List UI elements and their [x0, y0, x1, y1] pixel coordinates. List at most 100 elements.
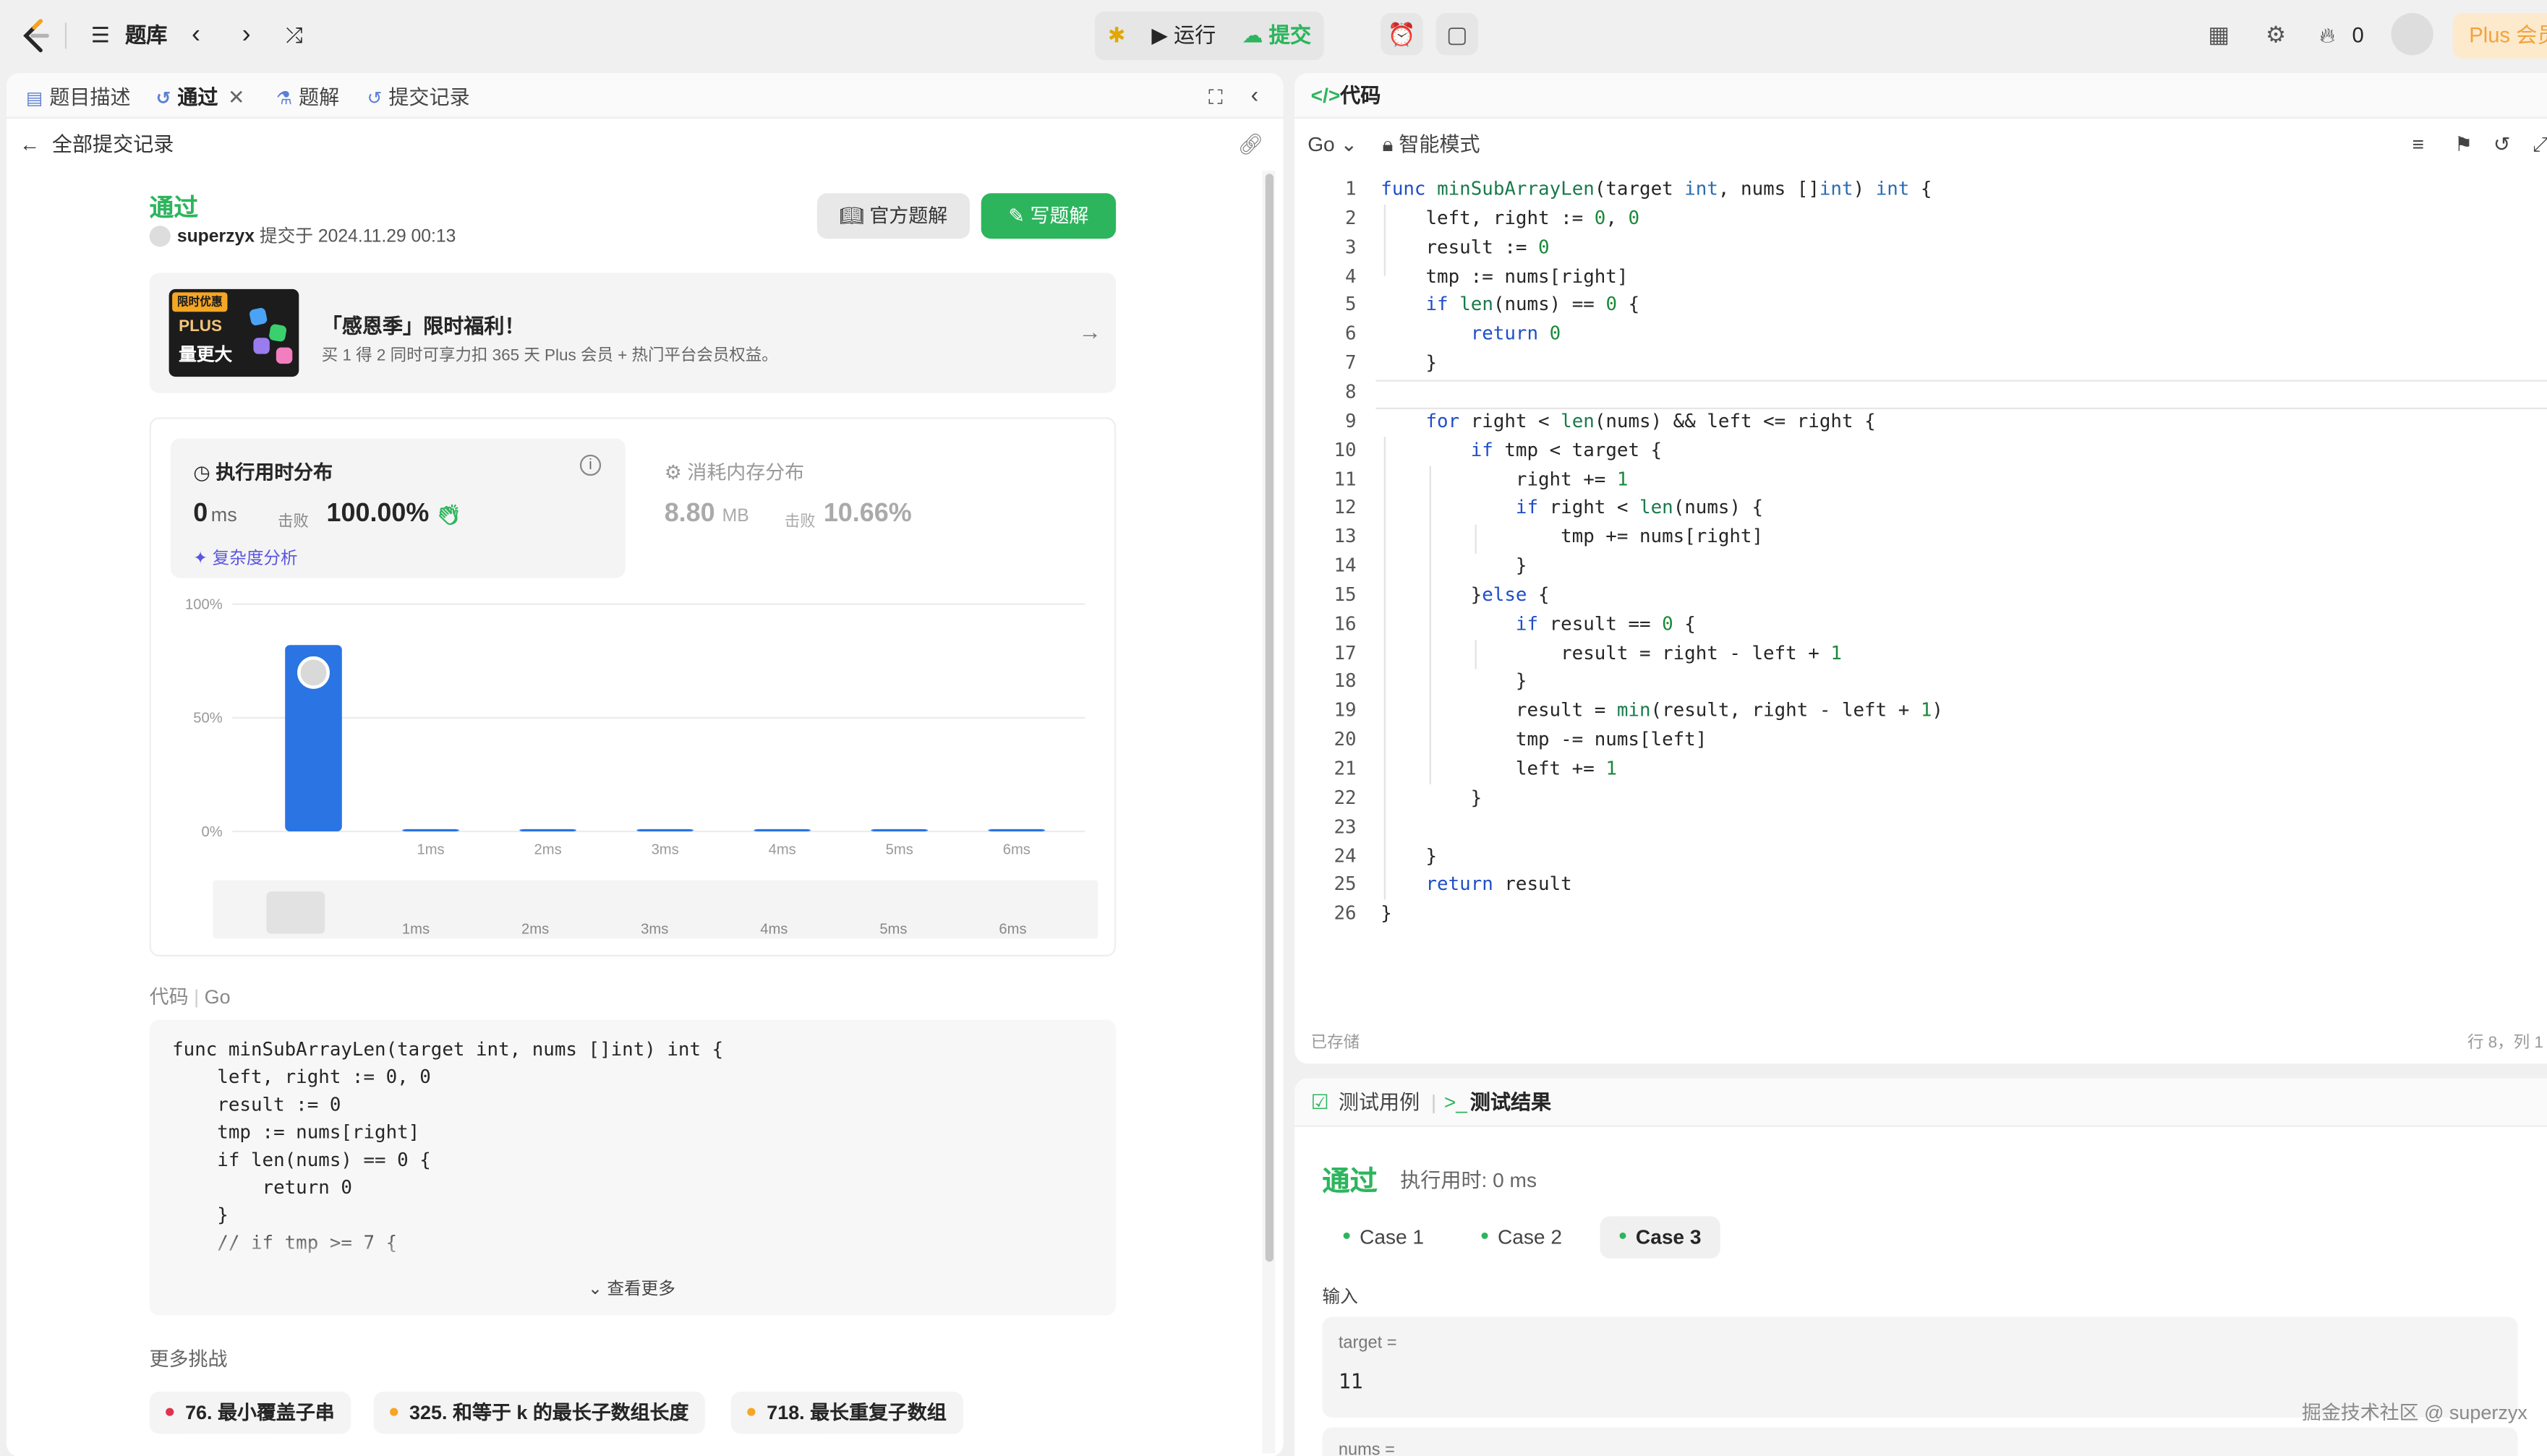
case-tab-active[interactable]: Case 3 — [1600, 1216, 1721, 1259]
expand-icon[interactable]: ⤢ — [2533, 121, 2547, 167]
code-line[interactable]: result := 0 — [1381, 235, 1549, 257]
code-line[interactable]: tmp -= nums[left] — [1381, 728, 1707, 750]
official-solution-button[interactable]: 📖︎ 官方题解 — [816, 193, 970, 239]
tab-solutions[interactable]: ⚗ 题解 — [276, 83, 339, 112]
submitter-line: superzyx 提交于 2024.11.29 00:13 — [149, 226, 456, 248]
run-button[interactable]: ▶ 运行 — [1138, 12, 1229, 60]
promo-subtitle: 买 1 得 2 同时可享力扣 365 天 Plus 会员 + 热门平台会员权益。 — [321, 347, 778, 366]
layout-grid-icon[interactable]: ▦ — [2198, 13, 2240, 55]
test-runtime: 执行用时: 0 ms — [1400, 1169, 1537, 1192]
code-line[interactable]: tmp := nums[right] — [1381, 264, 1628, 286]
challenge-chip[interactable]: 76. 最小覆盖子串 — [149, 1391, 351, 1434]
collapse-panel-icon[interactable]: ‹ — [1251, 80, 1258, 108]
promo-tag: 限时优惠 — [172, 292, 228, 312]
code-line[interactable]: return result — [1381, 873, 1571, 895]
code-line[interactable]: } — [1381, 554, 1527, 576]
submitter-name[interactable]: superzyx — [177, 227, 255, 247]
debug-icon[interactable]: ✱ — [1095, 12, 1138, 60]
line-number: 16 — [1334, 612, 1357, 635]
streak-fire-icon[interactable]: 🔥︎ — [2320, 20, 2335, 52]
case-tab[interactable]: Case 2 — [1462, 1216, 1582, 1258]
code-line[interactable]: } — [1381, 669, 1527, 692]
plus-member-button[interactable]: Plus 会员 — [2452, 12, 2547, 59]
random-problem-icon[interactable]: ⤮ — [286, 20, 302, 52]
submit-button[interactable]: ☁ 提交 — [1229, 12, 1324, 60]
fullscreen-icon[interactable]: ⛶ — [1208, 83, 1223, 112]
overview-tick-label: 1ms — [402, 922, 430, 938]
case-label: Case 1 — [1360, 1225, 1425, 1249]
line-number: 9 — [1344, 408, 1357, 432]
tab-description[interactable]: ▤ 题目描述 — [26, 83, 131, 112]
code-line[interactable]: if result == 0 { — [1381, 612, 1696, 634]
overview-tick-label: 5ms — [879, 922, 907, 938]
complexity-analysis-link[interactable]: ✦ 复杂度分析 — [193, 546, 297, 570]
code-line[interactable]: if len(nums) == 0 { — [1381, 293, 1639, 315]
reset-icon[interactable]: ↺ — [2493, 121, 2511, 167]
code-line[interactable]: result = right - left + 1 — [1381, 641, 1842, 663]
saved-status: 已存储 — [1310, 1034, 1360, 1053]
line-number: 17 — [1334, 641, 1357, 664]
user-avatar[interactable] — [2391, 12, 2433, 56]
next-problem-icon[interactable]: › — [242, 20, 251, 52]
code-line[interactable]: left += 1 — [1381, 757, 1617, 779]
code-line[interactable]: } — [1381, 844, 1437, 866]
runtime-card[interactable]: ◷ 执行用时分布 i 0 ms 击败 100.00% 👏︎ ✦ 复杂度分析 — [170, 438, 626, 578]
code-line[interactable]: } — [1381, 786, 1482, 808]
code-line[interactable]: for right < len(nums) && left <= right { — [1381, 409, 1875, 432]
code-line[interactable]: if tmp < target { — [1381, 438, 1662, 461]
see-more-button[interactable]: ⌄ 查看更多 — [588, 1277, 675, 1301]
challenge-chip[interactable]: 325. 和等于 k 的最长子数组长度 — [373, 1391, 705, 1434]
smart-mode[interactable]: 🔒︎ 智能模式 — [1383, 121, 1480, 167]
runtime-heading: ◷ 执行用时分布 — [193, 458, 333, 485]
arrow-right-icon[interactable]: → — [1078, 318, 1101, 344]
code-line[interactable]: result = min(result, right - left + 1) — [1381, 699, 1943, 721]
scrollbar-thumb[interactable] — [1265, 174, 1274, 1262]
tab-accepted[interactable]: ↺ 通过 ✕ — [156, 83, 245, 112]
language-select[interactable]: Go ⌄ — [1307, 121, 1357, 167]
line-number: 26 — [1334, 902, 1357, 925]
code-line[interactable]: right += 1 — [1381, 467, 1629, 489]
info-icon[interactable]: i — [579, 454, 602, 476]
run-submit-group: ✱ ▶ 运行 ☁ 提交 — [1094, 11, 1325, 61]
code-line[interactable]: left, right := 0, 0 — [1381, 206, 1639, 228]
code-line[interactable]: tmp += nums[right] — [1381, 525, 1763, 547]
format-icon[interactable]: ≡ — [2412, 121, 2424, 167]
pass-dot — [1343, 1232, 1350, 1239]
code-line[interactable]: return 0 — [1381, 322, 1561, 344]
problem-bank-link[interactable]: 题库 — [125, 20, 167, 52]
all-submissions-link[interactable]: 全部提交记录 — [52, 121, 174, 167]
runtime-head-label: 执行用时分布 — [216, 461, 333, 484]
code-line[interactable]: if right < len(nums) { — [1381, 496, 1763, 518]
case-tab[interactable]: Case 1 — [1324, 1216, 1443, 1258]
flask-icon: ⚗ — [276, 89, 293, 109]
promo-banner[interactable]: 限时优惠 PLUS 量更大 「感恩季」限时福利！ 买 1 得 2 同时可享力扣 … — [149, 273, 1117, 393]
note-icon[interactable]: ▢ — [1435, 12, 1479, 56]
code-line[interactable]: } — [1381, 351, 1437, 373]
tab-submissions[interactable]: ↺ 提交记录 — [367, 83, 470, 112]
tab-test-result[interactable]: 测试结果 — [1470, 1078, 1551, 1126]
share-link-icon[interactable]: 🔗︎ — [1238, 121, 1264, 167]
prev-problem-icon[interactable]: ‹ — [192, 20, 200, 52]
back-arrow-icon[interactable]: ← — [20, 121, 40, 167]
code-line[interactable]: }else { — [1381, 583, 1550, 605]
alarm-clock-icon[interactable]: ⏰ — [1381, 12, 1423, 56]
tab-test-cases[interactable]: 测试用例 — [1339, 1078, 1420, 1126]
line-number: 1 — [1344, 176, 1357, 200]
settings-gear-icon[interactable]: ⚙ — [2255, 13, 2297, 55]
input-value: 11 — [1338, 1369, 1363, 1394]
leetcode-logo-icon[interactable] — [20, 18, 55, 53]
runtime-distribution-chart[interactable]: 100% 50% 0% 1ms 2ms 3ms 4ms 5ms 6ms 1ms 2ms 3ms 4ms 5… — [151, 588, 1117, 958]
bookmark-icon[interactable]: ⚑ — [2454, 121, 2473, 167]
code-line[interactable]: func minSubArrayLen(target int, nums []i… — [1381, 177, 1932, 200]
memory-heading[interactable]: ⚙ 消耗内存分布 — [665, 458, 804, 485]
challenge-chip[interactable]: 718. 最长重复子数组 — [730, 1391, 963, 1434]
memory-beat-label: 击败 — [784, 513, 816, 531]
write-solution-button[interactable]: ✎ 写题解 — [981, 193, 1117, 239]
problem-list-icon[interactable]: ☰ — [91, 20, 110, 52]
bar — [402, 828, 459, 832]
close-tab-icon[interactable]: ✕ — [228, 86, 245, 108]
code-line[interactable]: } — [1381, 902, 1392, 924]
current-line-highlight — [1375, 380, 2547, 410]
avatar — [149, 226, 171, 247]
runtime-value: 0 ms — [193, 500, 236, 529]
